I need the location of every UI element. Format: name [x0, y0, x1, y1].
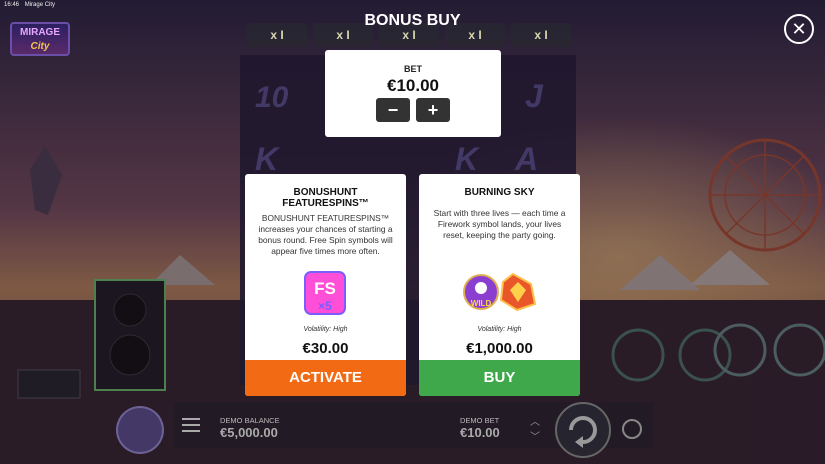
- bonus-card-burning-sky: BURNING SKY Start with three lives — eac…: [419, 174, 580, 396]
- menu-icon[interactable]: [182, 418, 200, 432]
- card-price: €30.00: [302, 340, 349, 357]
- logo-line2: City: [30, 41, 50, 52]
- status-page-title: Mirage City: [24, 2, 56, 8]
- card-title: BONUSHUNT FEATURESPINS™: [245, 187, 406, 209]
- spin-button[interactable]: [555, 402, 611, 458]
- close-button[interactable]: ✕: [784, 14, 814, 44]
- card-title-line1: BONUSHUNT: [293, 187, 358, 198]
- modal-title: BONUS BUY: [364, 12, 461, 29]
- decrease-bet-button[interactable]: −: [376, 98, 410, 122]
- buy-button[interactable]: BUY: [419, 360, 580, 396]
- spin-icon: [569, 416, 597, 448]
- activate-button[interactable]: ACTIVATE: [245, 360, 406, 396]
- status-time: 16:46: [4, 2, 20, 8]
- bonus-buy-round-button[interactable]: [116, 406, 164, 454]
- card-description: BONUSHUNT FEATURESPINS™ increases your c…: [258, 213, 393, 256]
- autoplay-button[interactable]: [622, 419, 642, 439]
- card-title-line2: FEATURESPINS™: [282, 198, 369, 209]
- card-description: Start with three lives — each time a Fir…: [433, 208, 566, 240]
- svg-text:×5: ×5: [318, 299, 332, 313]
- featurespins-symbol-icon: FS ×5: [304, 271, 346, 315]
- demo-balance-label: DEMO BALANCE: [220, 416, 280, 425]
- close-icon: ✕: [791, 19, 807, 39]
- card-price: €1,000.00: [466, 340, 533, 357]
- minus-icon: −: [387, 100, 399, 120]
- bonus-card-bonushunt: BONUSHUNT FEATURESPINS™ BONUSHUNT FEATUR…: [245, 174, 406, 396]
- demo-balance-value: €5,000.00: [220, 425, 278, 440]
- svg-text:WILD: WILD: [471, 299, 492, 308]
- status-bar: 16:46 Mirage City: [4, 2, 55, 8]
- svg-text:FS: FS: [314, 279, 336, 298]
- bet-selector: BET €10.00 − +: [325, 50, 501, 137]
- demo-bet-label: DEMO BET: [460, 416, 500, 425]
- bet-up-chevron-icon[interactable]: ︿: [530, 413, 540, 428]
- card-volatility: Volatility: High: [303, 326, 348, 333]
- increase-bet-button[interactable]: +: [416, 98, 450, 122]
- bet-value: €10.00: [387, 76, 439, 95]
- bet-label: BET: [404, 64, 422, 74]
- demo-bet-value: €10.00: [460, 425, 500, 440]
- card-title: BURNING SKY: [419, 187, 580, 198]
- bet-down-chevron-icon[interactable]: ﹀: [530, 428, 540, 443]
- burning-sky-symbols-icon: WILD: [463, 272, 537, 312]
- plus-icon: +: [427, 100, 439, 120]
- card-volatility: Volatility: High: [477, 326, 522, 333]
- card-title-line1: BURNING SKY: [464, 187, 535, 198]
